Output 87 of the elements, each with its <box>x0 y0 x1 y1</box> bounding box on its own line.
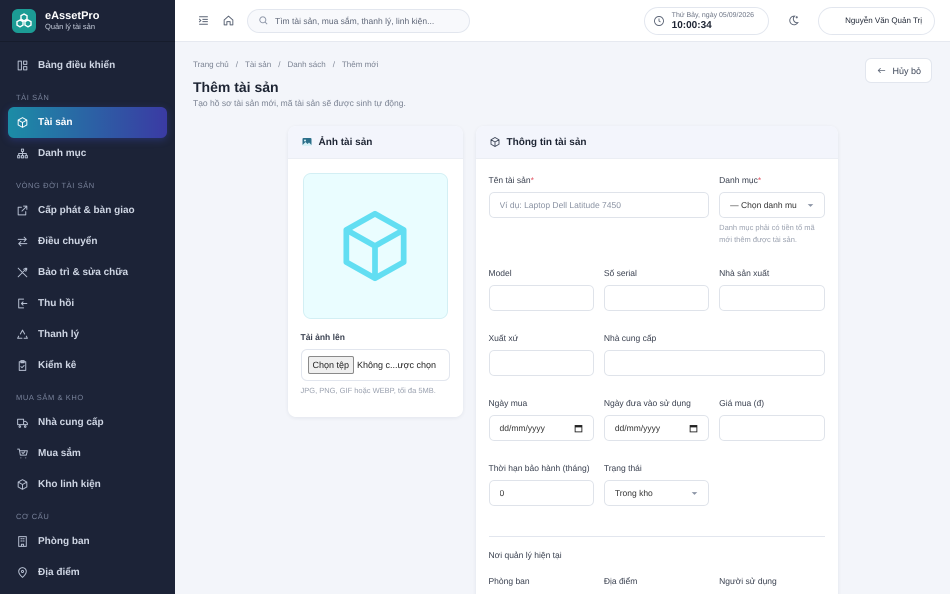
field-label: Ngày mua <box>488 398 528 409</box>
cancel-button[interactable]: Hủy bỏ <box>865 58 932 83</box>
field-label: Ngày đưa vào sử dụng <box>604 398 692 409</box>
select-field[interactable]: — Chọn danh mu <box>719 192 824 218</box>
cart-icon <box>16 447 29 460</box>
recycle-icon <box>16 328 29 341</box>
logo-icon <box>12 8 36 32</box>
sitemap-icon <box>16 147 29 160</box>
page-title: Thêm tài sản <box>193 78 280 96</box>
field-label: Thời hạn bảo hành (tháng) <box>488 463 591 474</box>
nav-item[interactable]: Bảng điều khiển <box>0 50 175 81</box>
breadcrumb-link[interactable]: Tài sản <box>244 60 272 70</box>
field-label: Trạng thái <box>604 463 643 474</box>
nav-item[interactable]: Địa điểm <box>0 557 175 588</box>
enter-icon <box>16 297 29 310</box>
field-label: Số serial <box>604 268 638 279</box>
nav-item[interactable]: Điều chuyển <box>0 226 175 257</box>
cube-icon <box>16 116 29 129</box>
field-label: Danh mục* <box>719 175 762 186</box>
cube-icon <box>16 478 29 491</box>
home-icon[interactable] <box>222 14 235 27</box>
clipboard-check-icon <box>16 359 29 372</box>
text-field[interactable] <box>488 285 594 311</box>
field-label: Giá mua (đ) <box>719 398 766 409</box>
breadcrumb-separator: / <box>332 60 335 70</box>
page-subtitle: Tạo hồ sơ tài sản mới, mã tài sản sẽ được sinh tự động. <box>193 98 406 109</box>
nav-item[interactable]: Bảo trì & sửa chữa <box>0 257 175 288</box>
swap-arrows-icon <box>16 235 29 248</box>
nav-item[interactable]: Mua sắm <box>0 438 175 469</box>
field-label: Xuất xứ <box>488 333 520 344</box>
field-label: Nhà sản xuất <box>719 268 770 279</box>
calendar-icon <box>689 424 698 432</box>
field-label: Tên tài sản* <box>488 175 535 186</box>
text-field[interactable]: Ví dụ: Laptop Dell Latitude 7450 <box>488 192 710 218</box>
nav-item[interactable]: Kho linh kiện <box>0 469 175 500</box>
card-title: Thông tin tài sản <box>506 136 586 148</box>
breadcrumb-link[interactable]: Trang chủ <box>193 60 229 70</box>
text-field[interactable] <box>719 285 824 311</box>
image-icon <box>300 136 312 148</box>
cube-icon <box>488 136 500 148</box>
text-field[interactable] <box>604 285 710 311</box>
nav-item[interactable]: Kiểm kê <box>0 350 175 381</box>
app-name: eAssetPro <box>45 10 100 22</box>
tools-icon <box>16 266 29 279</box>
text-field[interactable] <box>719 415 824 441</box>
nav-item[interactable]: Thu hồi <box>0 288 175 319</box>
nav-item[interactable]: Phòng ban <box>0 526 175 557</box>
search-field[interactable]: Tìm tài sản, mua sắm, thanh lý, linh kiện... <box>247 8 470 32</box>
caret-icon <box>806 202 814 208</box>
field-label: Tải ảnh lên <box>300 332 346 343</box>
date-field[interactable]: dd/mm/yyyy <box>488 415 594 441</box>
breadcrumb-link[interactable]: Thêm mới <box>342 60 378 70</box>
section-title: Nơi quản lý hiện tại <box>488 550 563 560</box>
field-label: Phòng ban <box>488 576 531 587</box>
nav-item[interactable]: Tài sản <box>8 107 167 138</box>
breadcrumb-link[interactable]: Danh sách <box>287 60 326 70</box>
text-field[interactable] <box>488 350 594 376</box>
clock-time: 10:00:34 <box>672 20 713 30</box>
nav-item[interactable]: Cấp phát & bàn giao <box>0 195 175 226</box>
caret-icon <box>691 490 698 496</box>
file-input[interactable]: Chọn tệp Không c...ược chọn <box>300 349 450 381</box>
field-label: Model <box>488 268 513 279</box>
moon-icon[interactable] <box>787 14 800 27</box>
search-icon <box>258 15 269 26</box>
nav-item[interactable]: Nhà cung cấp <box>0 407 175 438</box>
map-pin-icon <box>16 566 29 579</box>
dashboard-icon <box>16 59 29 72</box>
calendar-icon <box>574 424 583 432</box>
field-label: Nhà cung cấp <box>604 333 658 344</box>
truck-icon <box>16 416 29 429</box>
card-title: Ảnh tài sản <box>318 136 372 148</box>
date-field[interactable]: dd/mm/yyyy <box>604 415 710 441</box>
select-field[interactable]: Trong kho <box>604 480 710 506</box>
breadcrumb-separator: / <box>236 60 238 70</box>
field-label: Địa điểm <box>604 576 638 587</box>
building-icon <box>16 535 29 548</box>
text-field[interactable]: 0 <box>488 480 594 506</box>
field-label: Người sử dụng <box>719 576 778 587</box>
external-link-icon <box>16 204 29 217</box>
menu-toggle-icon[interactable] <box>197 14 210 27</box>
text-field[interactable] <box>604 350 824 376</box>
nav-item[interactable]: Danh mục <box>0 138 175 169</box>
arrow-left-icon <box>876 65 888 76</box>
user-menu[interactable]: Nguyễn Văn Quản Trị <box>818 6 935 34</box>
breadcrumb-separator: / <box>278 60 280 70</box>
nav-item[interactable]: Thanh lý <box>0 319 175 350</box>
clock-icon <box>652 14 665 26</box>
